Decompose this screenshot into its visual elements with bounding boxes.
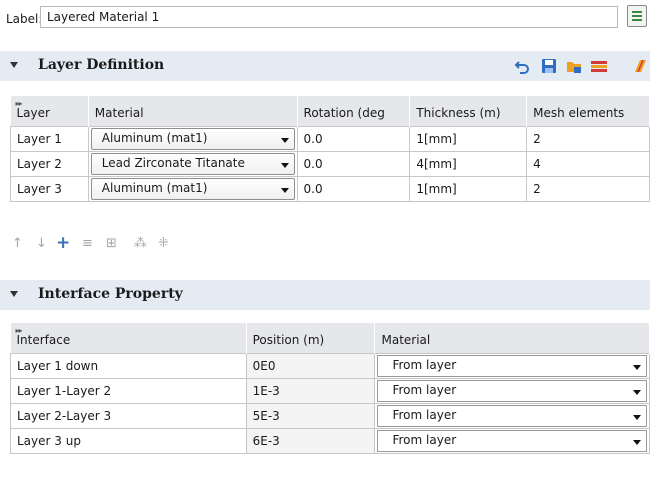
table-row[interactable]: Layer 3 up 6E-3 From layer	[10, 427, 650, 454]
chevron-down-icon	[280, 162, 289, 168]
table-row[interactable]: Layer 2 Lead Zirconate Titanate 0.0 4[mm…	[10, 150, 650, 177]
delete-icon[interactable]: ≡	[82, 236, 93, 251]
interface-property-section-header[interactable]: Interface Property	[0, 280, 650, 310]
label-input[interactable]: Layered Material 1	[40, 6, 618, 28]
column-header-material[interactable]: Material	[374, 323, 650, 353]
chevron-down-icon	[280, 187, 289, 193]
collapse-icon[interactable]	[10, 62, 18, 68]
position-cell: 0E0	[245, 352, 376, 379]
material-cell: From layer	[374, 427, 650, 454]
material-cell: Lead Zirconate Titanate	[87, 150, 298, 177]
layer-table-header: ▸▸ Layer Material Rotation (deg Thickness…	[10, 96, 650, 126]
layer-name: Layer 3	[10, 175, 89, 202]
interface-table: ▸▸ Interface Position (m) Material Layer …	[10, 323, 650, 454]
thickness-cell[interactable]: 1[mm]	[409, 125, 528, 152]
table-row[interactable]: Layer 1 Aluminum (mat1) 0.0 1[mm] 2	[10, 125, 650, 152]
thickness-cell[interactable]: 1[mm]	[409, 175, 528, 202]
chevron-down-icon	[633, 389, 641, 395]
mesh-elements-cell[interactable]: 2	[526, 125, 650, 152]
column-header-position[interactable]: Position (m)	[246, 323, 376, 353]
material-select[interactable]: Lead Zirconate Titanate	[90, 152, 295, 175]
interface-material-select[interactable]: From layer	[377, 379, 647, 402]
interface-name: Layer 3 up	[10, 427, 247, 454]
thickness-cell[interactable]: 4[mm]	[409, 150, 528, 177]
label-row: Label: Layered Material 1	[0, 0, 650, 40]
material-select[interactable]: Aluminum (mat1)	[90, 127, 295, 150]
column-header-rotation[interactable]: Rotation (deg	[297, 96, 411, 126]
material-cell: From layer	[374, 352, 650, 379]
material-select[interactable]: Aluminum (mat1)	[90, 177, 295, 200]
table-row[interactable]: Layer 1 down 0E0 From layer	[10, 352, 650, 379]
move-down-icon[interactable]: ↓	[36, 236, 47, 251]
layer-table: ▸▸ Layer Material Rotation (deg Thickness…	[10, 96, 650, 202]
column-header-interface[interactable]: ▸▸ Interface	[10, 323, 247, 353]
chevron-down-icon	[633, 439, 641, 445]
undo-icon[interactable]	[514, 58, 530, 74]
material-cell: Aluminum (mat1)	[87, 125, 298, 152]
interface-material-select[interactable]: From layer	[377, 354, 647, 377]
paste-icon[interactable]: ⁜	[158, 236, 169, 251]
clear-table-icon[interactable]: ⊞	[106, 236, 117, 251]
chevron-down-icon	[633, 364, 641, 370]
collapse-icon[interactable]	[10, 291, 18, 297]
column-header-thickness[interactable]: Thickness (m)	[409, 96, 528, 126]
label-caption: Label:	[6, 12, 43, 26]
layer-definition-title: Layer Definition	[38, 57, 165, 73]
drag-grip-icon[interactable]: ▸▸	[16, 326, 23, 335]
edit-icon[interactable]	[627, 5, 647, 27]
position-cell: 6E-3	[245, 427, 376, 454]
mesh-elements-cell[interactable]: 2	[526, 175, 650, 202]
move-up-icon[interactable]: ↑	[12, 236, 23, 251]
layer-icon[interactable]	[591, 58, 607, 74]
material-cell: From layer	[374, 402, 650, 429]
interface-material-select[interactable]: From layer	[377, 429, 647, 452]
interface-name: Layer 1 down	[10, 352, 247, 379]
copy-icon[interactable]: ⁂	[134, 236, 147, 251]
layer-name: Layer 2	[10, 150, 89, 177]
interface-property-title: Interface Property	[38, 286, 183, 302]
load-folder-icon[interactable]	[566, 58, 582, 74]
add-icon[interactable]: +	[56, 233, 70, 253]
layer-name: Layer 1	[10, 125, 89, 152]
position-cell: 1E-3	[245, 377, 376, 404]
mesh-elements-cell[interactable]: 4	[526, 150, 650, 177]
chevron-down-icon	[280, 137, 289, 143]
layered-shell-icon[interactable]	[632, 58, 648, 74]
save-icon[interactable]	[541, 58, 557, 74]
rotation-cell[interactable]: 0.0	[296, 175, 411, 202]
table-row[interactable]: Layer 3 Aluminum (mat1) 0.0 1[mm] 2	[10, 175, 650, 202]
interface-material-select[interactable]: From layer	[377, 404, 647, 427]
column-header-layer[interactable]: ▸▸ Layer	[10, 96, 89, 126]
rotation-cell[interactable]: 0.0	[296, 125, 411, 152]
interface-table-header: ▸▸ Interface Position (m) Material	[10, 323, 650, 353]
table-row[interactable]: Layer 2-Layer 3 5E-3 From layer	[10, 402, 650, 429]
position-cell: 5E-3	[245, 402, 376, 429]
column-header-mesh-elements[interactable]: Mesh elements	[526, 96, 650, 126]
column-header-material[interactable]: Material	[88, 96, 298, 126]
drag-grip-icon[interactable]: ▸▸	[16, 99, 23, 108]
material-cell: Aluminum (mat1)	[87, 175, 298, 202]
chevron-down-icon	[633, 414, 641, 420]
material-cell: From layer	[374, 377, 650, 404]
table-row[interactable]: Layer 1-Layer 2 1E-3 From layer	[10, 377, 650, 404]
layer-definition-section-header[interactable]: Layer Definition	[0, 51, 650, 81]
rotation-cell[interactable]: 0.0	[296, 150, 411, 177]
interface-name: Layer 1-Layer 2	[10, 377, 247, 404]
interface-name: Layer 2-Layer 3	[10, 402, 247, 429]
